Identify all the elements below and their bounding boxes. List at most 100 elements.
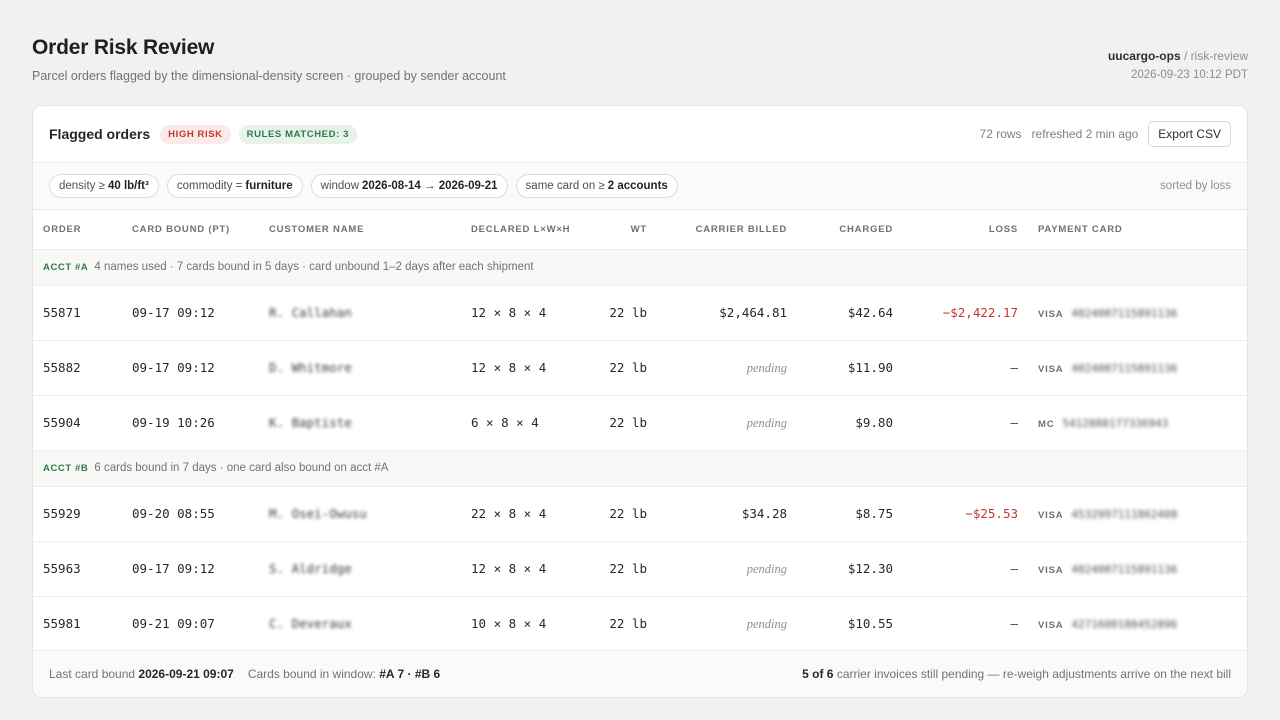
card-header: Flagged orders HIGH RISK RULES MATCHED: … — [33, 106, 1247, 163]
loss-cell: — — [903, 395, 1028, 451]
column-header-weight[interactable]: WT — [595, 210, 657, 250]
declared-dims: 6 × 8 × 4 — [461, 395, 595, 451]
group-row: ACCT #B 6 cards bound in 7 days · one car… — [33, 450, 1247, 487]
filter-bar: density ≥40 lb/ft³ commodity = furniture … — [33, 163, 1247, 210]
pending-status: pending — [746, 561, 787, 576]
customer-name-cell: D. Whitmore — [259, 340, 461, 396]
account-tag[interactable]: ACCT #B — [43, 463, 88, 474]
filter-chip-label: same card on ≥ — [525, 180, 605, 192]
account-note: 6 cards bound in 7 days · one card also … — [94, 462, 389, 474]
card-brand: VISA — [1038, 565, 1064, 576]
filter-chip-commodity[interactable]: commodity = furniture — [166, 174, 303, 198]
table-row[interactable]: 55871 09-17 09:12 R. Callahan 12 × 8 × 4 22 … — [33, 285, 1247, 341]
table-row[interactable]: 55963 09-17 09:12 S. Aldridge 12 × 8 × 4 22 … — [33, 541, 1247, 597]
table-row[interactable]: 55882 09-17 09:12 D. Whitmore 12 × 8 × 4 22 … — [33, 340, 1247, 396]
column-header-loss[interactable]: LOSS — [903, 210, 1028, 250]
card-brand: VISA — [1038, 364, 1064, 375]
carrier-billed-cell: $2,464.81 — [657, 285, 797, 341]
order-id[interactable]: 55929 — [33, 486, 122, 542]
breadcrumb-separator: / — [1180, 49, 1191, 63]
filter-chip-window[interactable]: window 2026-08-14 → 2026-09-21 — [310, 174, 508, 198]
cards-bound-label: Cards bound in window: — [247, 667, 376, 681]
page-subtitle: Parcel orders flagged by the dimensional… — [32, 69, 506, 83]
loss-cell: — — [903, 541, 1028, 597]
weight: 22 lb — [595, 596, 657, 652]
table-row[interactable]: 55981 09-21 09:07 C. Deveraux 10 × 8 × 4 22 … — [33, 596, 1247, 652]
column-header-customer-name[interactable]: CUSTOMER NAME — [259, 210, 461, 250]
pending-status: pending — [746, 360, 787, 375]
charged-amount: $12.30 — [797, 541, 903, 597]
order-id[interactable]: 55882 — [33, 340, 122, 396]
payment-card-cell: VISA 4271600188452896 — [1028, 596, 1247, 652]
loss-empty: — — [1010, 415, 1018, 430]
weight: 22 lb — [595, 285, 657, 341]
breadcrumb-section[interactable]: risk-review — [1191, 49, 1248, 63]
customer-name-cell: K. Baptiste — [259, 395, 461, 451]
card-bound-time: 09-21 09:07 — [122, 596, 259, 652]
customer-name-redacted: D. Whitmore — [269, 360, 352, 375]
loss-empty: — — [1010, 561, 1018, 576]
weight: 22 lb — [595, 486, 657, 542]
order-id[interactable]: 55871 — [33, 285, 122, 341]
customer-name-cell: M. Osei-Owusu — [259, 486, 461, 542]
declared-dims: 10 × 8 × 4 — [461, 596, 595, 652]
order-id[interactable]: 55904 — [33, 395, 122, 451]
column-header-carrier-billed[interactable]: CARRIER BILLED — [657, 210, 797, 250]
order-id[interactable]: 55963 — [33, 541, 122, 597]
card-number-redacted: 4024007115891136 — [1071, 362, 1178, 375]
table-header-row: ORDER CARD BOUND (PT) CUSTOMER NAME DECL… — [33, 210, 1247, 250]
column-header-payment-card[interactable]: PAYMENT CARD — [1028, 210, 1247, 250]
customer-name-cell: C. Deveraux — [259, 596, 461, 652]
filter-chip-label: density ≥ — [59, 180, 105, 192]
page-header: Order Risk Review Parcel orders flagged … — [32, 36, 1248, 88]
card-bound-time: 09-20 08:55 — [122, 486, 259, 542]
column-header-charged[interactable]: CHARGED — [797, 210, 903, 250]
column-header-card-bound[interactable]: CARD BOUND (PT) — [122, 210, 259, 250]
card-number-redacted: 4024007115891136 — [1071, 307, 1178, 320]
column-header-order[interactable]: ORDER — [33, 210, 122, 250]
filter-chip-same-card[interactable]: same card on ≥2 accounts — [515, 174, 678, 198]
card-bound-time: 09-17 09:12 — [122, 541, 259, 597]
card-brand: VISA — [1038, 620, 1064, 631]
filter-chip-value: furniture — [245, 180, 293, 192]
table-row[interactable]: 55904 09-19 10:26 K. Baptiste 6 × 8 × 4 22 l… — [33, 395, 1247, 451]
sort-indicator[interactable]: sorted by loss — [1160, 180, 1231, 192]
carrier-billed-cell: pending — [657, 340, 797, 396]
carrier-billed-cell: pending — [657, 541, 797, 597]
charged-amount: $10.55 — [797, 596, 903, 652]
filter-chip-value: 40 lb/ft³ — [107, 180, 149, 192]
group-row: ACCT #A 4 names used · 7 cards bound in 5… — [33, 249, 1247, 286]
customer-name-cell: R. Callahan — [259, 285, 461, 341]
pending-text: carrier invoices still pending — re-weig… — [836, 667, 1231, 681]
declared-dims: 22 × 8 × 4 — [461, 486, 595, 542]
account-tag[interactable]: ACCT #A — [43, 262, 88, 273]
breadcrumb-org[interactable]: uucargo-ops — [1108, 49, 1181, 63]
export-csv-button[interactable]: Export CSV — [1148, 121, 1231, 147]
pending-status: pending — [746, 616, 787, 631]
payment-card-cell: VISA 4024007115891136 — [1028, 340, 1247, 396]
group-cell: ACCT #B 6 cards bound in 7 days · one car… — [33, 450, 1247, 487]
customer-name-cell: S. Aldridge — [259, 541, 461, 597]
filter-chip-label: window — [320, 180, 359, 192]
refresh-status: refreshed 2 min ago — [1031, 127, 1139, 141]
column-header-declared-dims[interactable]: DECLARED L×W×H — [461, 210, 595, 250]
loss-empty: — — [1010, 360, 1018, 375]
table-row[interactable]: 55929 09-20 08:55 M. Osei-Owusu 22 × 8 × 42… — [33, 486, 1247, 542]
declared-dims: 12 × 8 × 4 — [461, 541, 595, 597]
filter-chip-density[interactable]: density ≥40 lb/ft³ — [49, 174, 159, 198]
loss-cell: — — [903, 596, 1028, 652]
charged-amount: $9.80 — [797, 395, 903, 451]
loss-cell: — — [903, 340, 1028, 396]
carrier-billed-cell: pending — [657, 596, 797, 652]
card-brand: MC — [1038, 419, 1055, 430]
payment-card-cell: VISA 4024007115891136 — [1028, 285, 1247, 341]
card-bound-time: 09-19 10:26 — [122, 395, 259, 451]
filter-chip-value: 2 accounts — [607, 180, 668, 192]
weight: 22 lb — [595, 340, 657, 396]
customer-name-redacted: C. Deveraux — [269, 616, 352, 631]
pending-count: 5 of 6 — [802, 667, 834, 681]
customer-name-redacted: S. Aldridge — [269, 561, 352, 576]
order-id[interactable]: 55981 — [33, 596, 122, 652]
carrier-billed-cell: pending — [657, 395, 797, 451]
charged-amount: $42.64 — [797, 285, 903, 341]
